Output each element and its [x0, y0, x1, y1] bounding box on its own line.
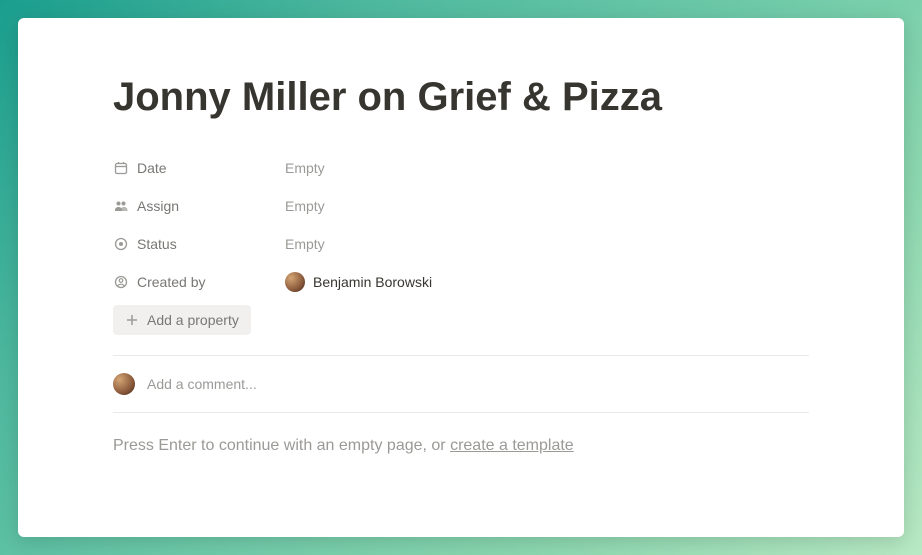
property-value-assign[interactable]: Empty: [285, 198, 809, 214]
comment-input[interactable]: [147, 376, 809, 392]
plus-icon: [125, 313, 139, 327]
property-row-created-by: Created by Benjamin Borowski: [113, 263, 809, 301]
created-by-name: Benjamin Borowski: [313, 274, 432, 290]
avatar: [285, 272, 305, 292]
page-card: Jonny Miller on Grief & Pizza Date Empty: [18, 18, 904, 537]
property-label-status[interactable]: Status: [113, 236, 285, 252]
person-icon: [113, 274, 129, 290]
property-label-date[interactable]: Date: [113, 160, 285, 176]
status-icon: [113, 236, 129, 252]
page-title[interactable]: Jonny Miller on Grief & Pizza: [113, 73, 809, 121]
create-template-link[interactable]: create a template: [450, 437, 574, 454]
divider: [113, 412, 809, 413]
property-label-text: Date: [137, 160, 167, 176]
property-row-date: Date Empty: [113, 149, 809, 187]
property-label-assign[interactable]: Assign: [113, 198, 285, 214]
calendar-icon: [113, 160, 129, 176]
property-value-created-by[interactable]: Benjamin Borowski: [285, 272, 809, 292]
properties-section: Date Empty Assign Empty: [113, 149, 809, 355]
add-property-wrapper: Add a property: [113, 301, 809, 355]
add-property-button[interactable]: Add a property: [113, 305, 251, 335]
add-property-label: Add a property: [147, 312, 239, 328]
people-icon: [113, 198, 129, 214]
property-label-text: Assign: [137, 198, 179, 214]
property-value-status[interactable]: Empty: [285, 236, 809, 252]
property-row-status: Status Empty: [113, 225, 809, 263]
empty-hint-prefix: Press Enter to continue with an empty pa…: [113, 437, 450, 454]
property-label-created-by[interactable]: Created by: [113, 274, 285, 290]
property-row-assign: Assign Empty: [113, 187, 809, 225]
empty-page-hint: Press Enter to continue with an empty pa…: [113, 437, 809, 455]
comment-row: [113, 356, 809, 412]
property-value-date[interactable]: Empty: [285, 160, 809, 176]
avatar: [113, 373, 135, 395]
property-label-text: Created by: [137, 274, 205, 290]
property-label-text: Status: [137, 236, 177, 252]
